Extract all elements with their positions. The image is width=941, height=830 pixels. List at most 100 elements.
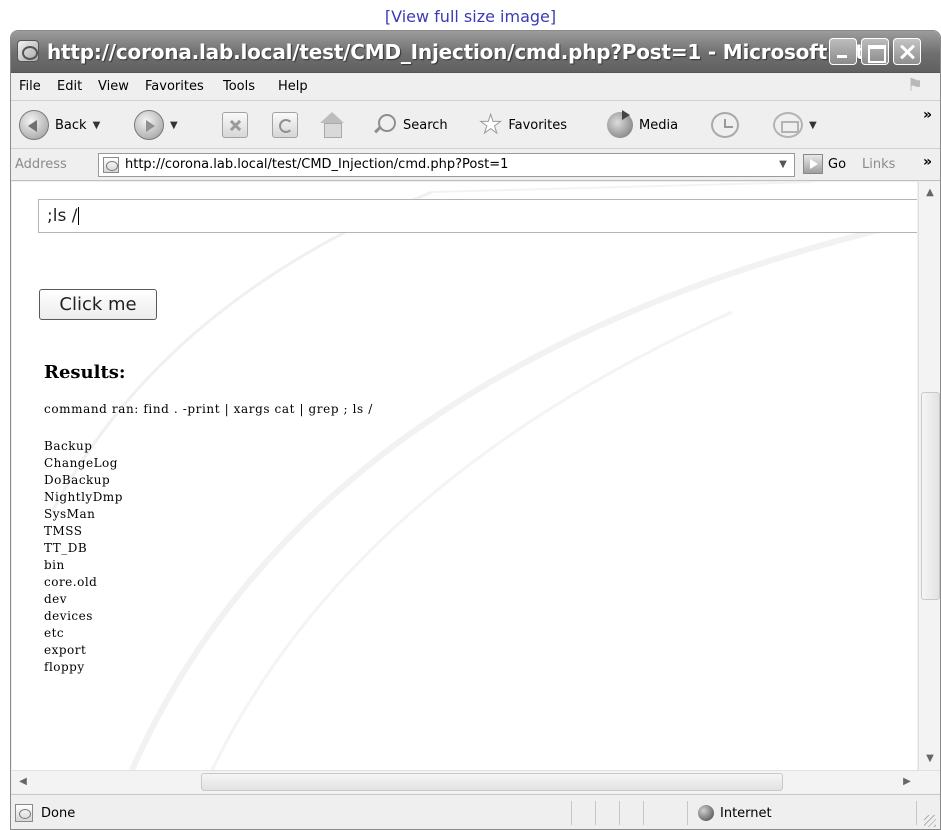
list-item: dev — [44, 592, 68, 606]
chevron-down-icon[interactable]: ▼ — [93, 120, 101, 131]
star-icon: ★ — [478, 110, 503, 140]
menu-tools[interactable]: Tools — [223, 79, 255, 94]
list-item: devices — [44, 609, 93, 623]
text-cursor — [78, 207, 80, 225]
search-icon — [371, 112, 397, 138]
menu-favorites[interactable]: Favorites — [145, 79, 204, 94]
go-arrow-icon — [803, 154, 823, 174]
toolbar-overflow-icon[interactable]: » — [923, 107, 932, 123]
address-bar: Address http://corona.lab.local/test/CMD… — [11, 149, 940, 181]
chevron-down-icon[interactable]: ▼ — [774, 156, 792, 174]
media-icon — [607, 110, 633, 138]
menu-file[interactable]: File — [19, 79, 41, 94]
results-heading: Results: — [44, 362, 126, 383]
maximize-button[interactable] — [861, 38, 889, 65]
scroll-left-icon[interactable]: ◀ — [14, 773, 32, 791]
go-button[interactable]: Go — [803, 154, 846, 174]
status-divider — [571, 801, 572, 825]
list-item: SysMan — [44, 507, 96, 521]
status-divider — [687, 801, 688, 825]
forward-arrow-icon — [134, 110, 164, 140]
stop-button[interactable] — [222, 109, 248, 141]
window-title: http://corona.lab.local/test/CMD_Injecti… — [47, 40, 887, 64]
list-item: core.old — [44, 575, 98, 589]
menu-view[interactable]: View — [98, 79, 129, 94]
mail-button[interactable]: ▼ — [773, 109, 817, 141]
list-item: export — [44, 643, 87, 657]
home-button[interactable] — [317, 109, 347, 141]
forward-button[interactable]: ▼ — [134, 109, 178, 141]
list-item: floppy — [44, 660, 85, 674]
standard-toolbar: Back ▼ ▼ Search ★ Favorites Media ▼ » — [11, 101, 940, 149]
history-button[interactable] — [711, 109, 739, 141]
address-url[interactable]: http://corona.lab.local/test/CMD_Injecti… — [125, 157, 508, 172]
windows-logo-icon: ⚑ — [906, 75, 924, 96]
background-swoosh — [50, 182, 913, 770]
menu-label: Edit — [57, 79, 83, 94]
history-icon — [711, 112, 739, 138]
favorites-button[interactable]: ★ Favorites — [478, 109, 568, 141]
browser-window: http://corona.lab.local/test/CMD_Injecti… — [10, 30, 941, 830]
vertical-scroll-thumb[interactable] — [921, 392, 940, 600]
menu-label: Help — [278, 79, 308, 94]
chevron-down-icon[interactable]: ▼ — [809, 120, 817, 131]
menu-label: View — [98, 79, 129, 94]
list-item: DoBackup — [44, 473, 111, 487]
refresh-button[interactable] — [272, 109, 298, 141]
links-button[interactable]: Links — [862, 157, 895, 172]
stop-icon — [222, 112, 248, 138]
list-item: bin — [44, 558, 65, 572]
menu-label: File — [19, 79, 41, 94]
page-icon — [103, 157, 119, 173]
scroll-down-icon[interactable]: ▼ — [921, 750, 939, 768]
chevron-down-icon[interactable]: ▼ — [170, 120, 178, 131]
address-label: Address — [15, 157, 67, 172]
list-item: etc — [44, 626, 65, 640]
file-list: Backup ChangeLog DoBackup NightlyDmp Sys… — [44, 438, 123, 676]
list-item: Backup — [44, 439, 93, 453]
search-label: Search — [403, 117, 448, 133]
horizontal-scroll-thumb[interactable] — [201, 773, 783, 791]
vertical-scrollbar[interactable]: ▲ ▼ — [918, 182, 940, 770]
menu-bar: File Edit View Favorites Tools Help ⚑ — [11, 73, 940, 101]
status-divider — [643, 801, 644, 825]
address-input[interactable]: http://corona.lab.local/test/CMD_Injecti… — [98, 153, 795, 177]
security-zone: Internet — [720, 806, 772, 821]
search-button[interactable]: Search — [371, 109, 448, 141]
menu-label: Tools — [223, 79, 256, 94]
list-item: TT_DB — [44, 541, 88, 555]
list-item: NightlyDmp — [44, 490, 123, 504]
mail-icon — [773, 112, 803, 138]
status-divider — [595, 801, 596, 825]
scroll-right-icon[interactable]: ▶ — [898, 773, 916, 791]
scroll-up-icon[interactable]: ▲ — [921, 184, 939, 202]
back-arrow-icon — [19, 110, 49, 140]
close-button[interactable] — [893, 38, 921, 65]
go-label: Go — [828, 156, 847, 172]
view-full-size-link[interactable]: [View full size image] — [0, 0, 941, 30]
page-content: ;ls / Click me Results: command ran: fin… — [12, 182, 917, 770]
status-divider — [916, 801, 917, 825]
command-input[interactable]: ;ls / — [38, 199, 917, 233]
favorites-label: Favorites — [508, 117, 568, 133]
refresh-icon — [272, 112, 298, 138]
globe-icon — [698, 805, 714, 821]
minimize-button[interactable] — [829, 38, 857, 65]
resize-grip-icon[interactable] — [924, 815, 936, 827]
command-input-value: ;ls / — [47, 206, 78, 226]
horizontal-scrollbar[interactable]: ◀ ▶ — [12, 770, 940, 793]
status-divider — [619, 801, 620, 825]
home-icon — [317, 112, 347, 138]
click-me-button[interactable]: Click me — [39, 289, 157, 320]
back-label: Back — [55, 117, 87, 133]
back-button[interactable]: Back ▼ — [19, 109, 100, 141]
media-button[interactable]: Media — [607, 109, 678, 141]
menu-edit[interactable]: Edit — [57, 79, 82, 94]
menu-label: Favorites — [145, 79, 204, 94]
internet-explorer-icon — [17, 40, 39, 62]
links-overflow-icon[interactable]: » — [923, 154, 932, 170]
menu-help[interactable]: Help — [278, 79, 308, 94]
list-item: TMSS — [44, 524, 83, 538]
command-ran-text: command ran: find . -print | xargs cat |… — [44, 402, 373, 416]
status-bar: Done Internet — [11, 794, 940, 829]
